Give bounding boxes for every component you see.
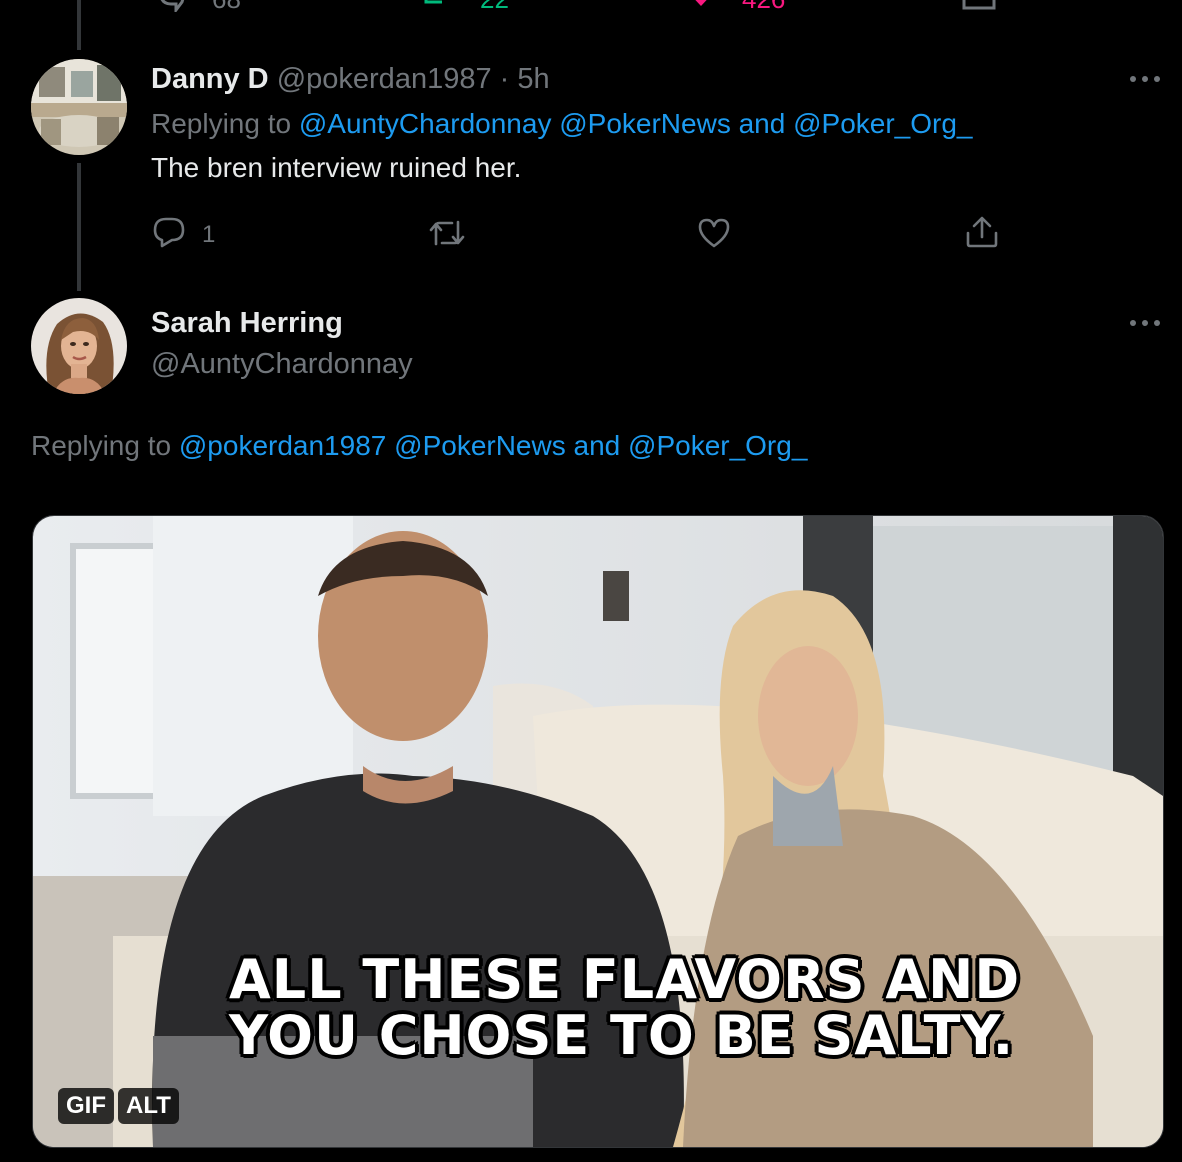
mention-link[interactable]: @pokerdan1987 <box>179 430 386 461</box>
gif-caption-line1: ALL THESE FLAVORS AND <box>229 948 1021 1011</box>
share-button[interactable] <box>964 215 1000 254</box>
replying-prefix: Replying to <box>151 108 292 139</box>
media-badges: GIF ALT <box>58 1088 179 1124</box>
avatar[interactable] <box>31 59 127 155</box>
reply-count: 1 <box>202 220 216 248</box>
retweet-count: 22 <box>480 0 509 15</box>
reply-icon[interactable] <box>156 0 186 12</box>
gif-badge: GIF <box>58 1088 114 1124</box>
thread-line <box>77 163 81 291</box>
author-name-text: Sarah Herring <box>151 307 343 339</box>
retweet-button[interactable] <box>428 218 466 253</box>
tweet-header: Danny D @pokerdan1987 · 5h <box>151 63 550 96</box>
mention-joiner: and <box>573 430 621 461</box>
like-icon <box>697 217 731 254</box>
like-icon[interactable] <box>686 0 716 12</box>
author-name[interactable]: Sarah Herring <box>151 307 343 340</box>
reply-button[interactable]: 1 <box>152 216 215 253</box>
reply-count: 68 <box>212 0 241 15</box>
separator: · <box>499 63 510 95</box>
like-count: 426 <box>742 0 785 15</box>
gif-caption-line2: YOU CHOSE TO BE SALTY. <box>229 1004 1015 1067</box>
retweet-icon <box>428 218 466 253</box>
author-name[interactable]: Danny D <box>151 63 269 95</box>
alt-badge[interactable]: ALT <box>118 1088 179 1124</box>
author-handle-text: @AuntyChardonnay <box>151 348 413 380</box>
author-handle[interactable]: @AuntyChardonnay <box>151 348 413 381</box>
timestamp[interactable]: 5h <box>517 63 549 95</box>
more-icon[interactable] <box>1128 317 1164 329</box>
retweet-icon[interactable] <box>424 0 460 12</box>
replying-to: Replying to @AuntyChardonnay @PokerNews … <box>151 108 973 140</box>
reply-icon <box>152 216 186 253</box>
mention-link[interactable]: @PokerNews <box>559 108 731 139</box>
share-icon <box>964 215 1000 254</box>
more-icon[interactable] <box>1128 73 1164 85</box>
mention-link[interactable]: @AuntyChardonnay <box>299 108 552 139</box>
author-handle[interactable]: @pokerdan1987 <box>277 63 492 95</box>
mention-link[interactable]: @PokerNews <box>394 430 566 461</box>
avatar[interactable] <box>31 298 127 394</box>
previous-tweet-actions: 68 22 426 <box>150 0 1030 15</box>
mention-link[interactable]: @Poker_Org_ <box>793 108 972 139</box>
tweet-text: The bren interview ruined her. <box>151 152 522 183</box>
tweet-thread: 68 22 426 Danny D @pokerdan1987 <box>0 0 1182 1162</box>
share-icon[interactable] <box>962 0 996 12</box>
replying-to: Replying to @pokerdan1987 @PokerNews and… <box>31 430 807 462</box>
thread-line <box>77 0 81 50</box>
like-button[interactable] <box>697 217 731 254</box>
gif-media[interactable]: ALL THESE FLAVORS AND YOU CHOSE TO BE SA… <box>32 515 1164 1148</box>
mention-link[interactable]: @Poker_Org_ <box>628 430 807 461</box>
mention-joiner: and <box>738 108 786 139</box>
replying-prefix: Replying to <box>31 430 172 461</box>
